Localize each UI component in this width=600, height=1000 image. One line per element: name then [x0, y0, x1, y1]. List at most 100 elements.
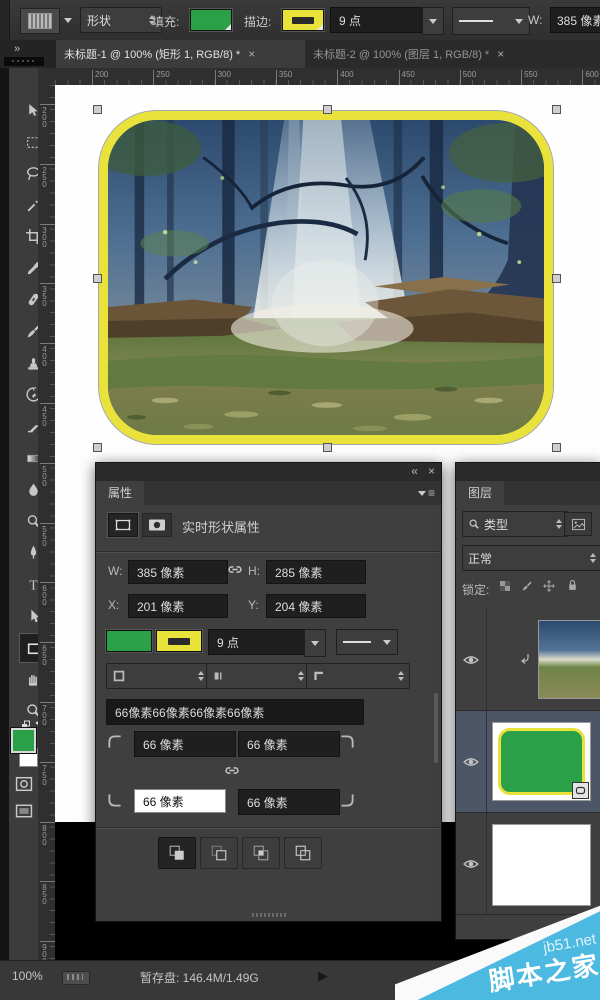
stroke-caps-select[interactable] — [206, 663, 310, 689]
updown-icon — [590, 553, 596, 563]
radius-bl-input[interactable] — [134, 789, 226, 813]
panel-scrollbar[interactable] — [434, 693, 438, 763]
scratch-disk-status: 暂存盘: 146.4M/1.49G — [140, 969, 259, 986]
zoom-level[interactable]: 100% — [12, 969, 43, 983]
stroke-align-select[interactable] — [106, 663, 210, 689]
lock-position-icon[interactable] — [542, 579, 556, 593]
mask-properties-icon[interactable] — [142, 513, 172, 537]
live-shape-icon[interactable] — [108, 513, 138, 537]
lock-pixels-icon[interactable] — [520, 579, 534, 593]
fill-label: 填充: — [152, 13, 179, 30]
y-label: Y: — [248, 598, 259, 612]
stroke-width-field[interactable]: 9 点 — [330, 7, 432, 33]
ruler-number: 250 — [153, 70, 169, 79]
height-field[interactable]: 285 像素 — [266, 560, 366, 584]
radius-tl-field[interactable]: 66 像素 — [134, 731, 236, 757]
tool-preset-button[interactable] — [20, 8, 60, 34]
close-icon[interactable]: × — [428, 464, 435, 478]
rounded-rectangle-shape[interactable] — [97, 109, 555, 446]
ruler-number: 700 — [40, 702, 49, 725]
updown-icon — [298, 671, 304, 681]
ruler-number: 550 — [40, 523, 49, 546]
blend-mode-value: 正常 — [468, 550, 492, 567]
intersect-shapes-button[interactable] — [242, 837, 280, 869]
status-arrow-icon[interactable]: ▶ — [318, 968, 328, 984]
quick-mask-button[interactable] — [14, 776, 34, 792]
subtract-shape-button[interactable] — [200, 837, 238, 869]
fill-color-swatch[interactable] — [190, 9, 232, 31]
transform-handle[interactable] — [552, 443, 561, 452]
dock-collapse-area[interactable]: » — [0, 40, 56, 68]
clipping-mask-icon — [520, 653, 531, 666]
filter-kind-image-button[interactable] — [564, 512, 592, 536]
radius-br-field[interactable]: 66 像素 — [238, 789, 340, 815]
shape-width-field[interactable]: 385 像素 — [550, 7, 600, 33]
shape-fill-image[interactable] — [99, 111, 553, 444]
corner-top-left-icon — [106, 733, 124, 751]
lock-all-icon[interactable] — [566, 578, 579, 592]
visibility-eye-icon[interactable] — [463, 654, 479, 666]
ruler-origin-corner[interactable] — [38, 68, 56, 86]
transform-handle[interactable] — [552, 105, 561, 114]
photoshop-window: 形状 填充: 描边: 9 点 W: 385 像素 » 未标题-1 @ 100% … — [0, 0, 600, 1000]
line-style-icon — [459, 20, 493, 22]
link-radius-icon[interactable] — [223, 763, 241, 778]
stroke-corners-select[interactable] — [306, 663, 410, 689]
fill-color-swatch[interactable] — [106, 630, 152, 652]
exclude-shapes-button[interactable] — [284, 837, 322, 869]
transform-handle[interactable] — [323, 105, 332, 114]
stroke-dash-icon — [292, 17, 314, 24]
collapse-panel-icon[interactable]: « — [411, 464, 418, 478]
stroke-color-swatch[interactable] — [282, 9, 324, 31]
blend-mode-select[interactable]: 正常 — [462, 545, 600, 571]
panel-resize-grip[interactable] — [252, 913, 286, 917]
corner-top-right-icon — [338, 733, 356, 751]
window-edge — [0, 68, 9, 960]
close-icon[interactable]: × — [248, 47, 255, 61]
transform-handle[interactable] — [552, 274, 561, 283]
tab-document-2[interactable]: 未标题-2 @ 100% (图层 1, RGB/8) * × — [305, 40, 600, 68]
close-icon[interactable]: × — [497, 47, 504, 61]
tool-preset-dropdown-icon[interactable] — [64, 18, 72, 23]
radius-summary-field[interactable]: 66像素66像素66像素66像素 — [106, 699, 364, 725]
stroke-color-swatch[interactable] — [156, 630, 202, 652]
stroke-width-field[interactable]: 9 点 — [208, 629, 314, 655]
combine-shapes-button[interactable] — [158, 837, 196, 869]
tab-properties[interactable]: 属性 — [96, 481, 144, 505]
properties-panel: « × 属性 ≡ 实时形状属性 W: 385 像素 H: 285 像素 X: 2… — [95, 462, 442, 922]
stroke-width-value: 9 点 — [339, 12, 361, 29]
stroke-width-dropdown[interactable] — [422, 7, 444, 35]
transform-handle[interactable] — [93, 443, 102, 452]
transform-handle[interactable] — [323, 443, 332, 452]
lock-transparency-icon[interactable] — [498, 579, 512, 593]
transform-handle[interactable] — [93, 105, 102, 114]
layer-row-image[interactable] — [456, 609, 600, 711]
width-field[interactable]: 385 像素 — [128, 560, 228, 584]
stroke-style-select[interactable] — [452, 7, 530, 35]
stroke-width-dropdown[interactable] — [304, 629, 326, 657]
layer-thumbnail-forest[interactable] — [538, 620, 600, 699]
foreground-color-swatch[interactable] — [11, 728, 36, 753]
layer-thumbnail-shape[interactable] — [492, 722, 591, 801]
layer-filter-select[interactable]: 类型 — [462, 511, 568, 537]
link-dimensions-icon[interactable] — [226, 562, 244, 577]
stroke-style-select[interactable] — [336, 629, 398, 655]
ruler-vertical: 2002503003504004505005506006507007508008… — [38, 85, 56, 960]
visibility-eye-icon[interactable] — [463, 756, 479, 768]
visibility-eye-icon[interactable] — [463, 858, 479, 870]
ruler-number: 300 — [40, 224, 49, 247]
tab-label: 未标题-1 @ 100% (矩形 1, RGB/8) * — [64, 46, 240, 62]
screen-mode-button[interactable] — [14, 803, 34, 819]
transform-handle[interactable] — [93, 274, 102, 283]
tab-document-1[interactable]: 未标题-1 @ 100% (矩形 1, RGB/8) * × — [56, 40, 321, 68]
radius-tr-field[interactable]: 66 像素 — [238, 731, 340, 757]
layer-row-shape-selected[interactable] — [456, 711, 600, 813]
panel-menu-icon[interactable]: ≡ — [418, 486, 435, 500]
tab-layers[interactable]: 图层 — [456, 481, 504, 505]
collapse-dock-icon[interactable]: » — [14, 43, 21, 55]
y-field[interactable]: 204 像素 — [266, 594, 366, 618]
corner-bottom-left-icon — [106, 791, 124, 809]
x-field[interactable]: 201 像素 — [128, 594, 228, 618]
ruler-number: 600 — [40, 582, 49, 605]
tool-mode-select[interactable]: 形状 — [80, 7, 162, 33]
